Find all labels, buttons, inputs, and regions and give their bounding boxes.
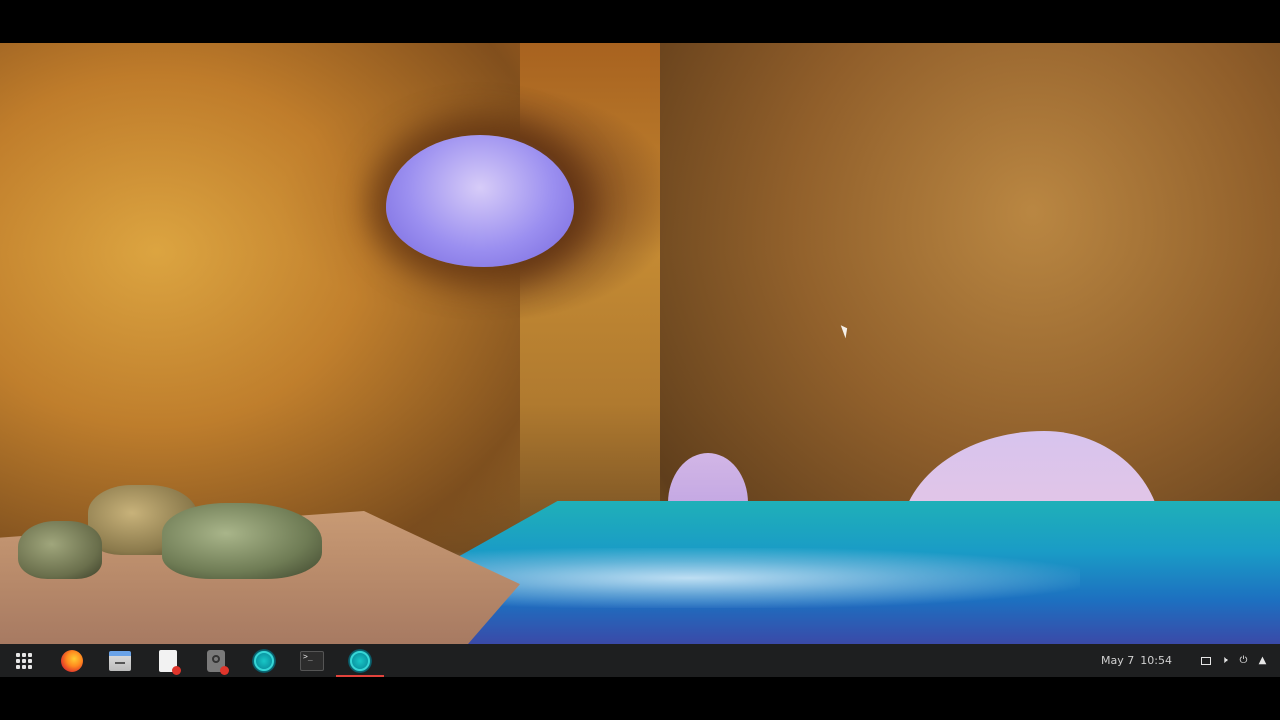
files-icon — [109, 650, 131, 671]
files-launcher[interactable] — [96, 644, 144, 677]
taskbar: May 7 10:54 🕨 ⏻ ▲ — [0, 644, 1280, 677]
terminal-launcher[interactable] — [288, 644, 336, 677]
rock — [162, 503, 322, 579]
terminal-icon — [300, 650, 324, 671]
system-tray: 🕨 ⏻ ▲ — [1200, 655, 1268, 666]
text-editor-launcher[interactable] — [144, 644, 192, 677]
keyring-icon — [207, 649, 229, 675]
cave-wall-left — [0, 43, 520, 563]
rock — [18, 521, 102, 579]
clock-date: May 7 — [1101, 654, 1135, 667]
clock[interactable]: May 7 10:54 — [1101, 654, 1172, 667]
firefox-launcher[interactable] — [48, 644, 96, 677]
screen-icon[interactable] — [1200, 655, 1211, 666]
atom-icon — [252, 648, 276, 673]
letterbox-top — [0, 0, 1280, 43]
text-editor-icon — [159, 649, 181, 675]
atom-launcher[interactable] — [240, 644, 288, 677]
passwords-keys-launcher[interactable] — [192, 644, 240, 677]
power-icon[interactable]: ⏻ — [1238, 655, 1249, 666]
arrow-up-icon[interactable]: ▲ — [1257, 655, 1268, 666]
firefox-icon — [61, 649, 83, 672]
volume-icon[interactable]: 🕨 — [1219, 655, 1230, 666]
atom-window-active[interactable] — [336, 644, 384, 677]
apps-grid-icon — [16, 652, 32, 669]
clock-time: 10:54 — [1140, 654, 1172, 667]
surf — [430, 548, 1080, 608]
desktop-wallpaper — [0, 43, 1280, 644]
apps-menu-button[interactable] — [0, 644, 48, 677]
letterbox-bottom — [0, 677, 1280, 720]
cave-skylight — [386, 135, 574, 267]
atom-icon — [348, 648, 372, 673]
